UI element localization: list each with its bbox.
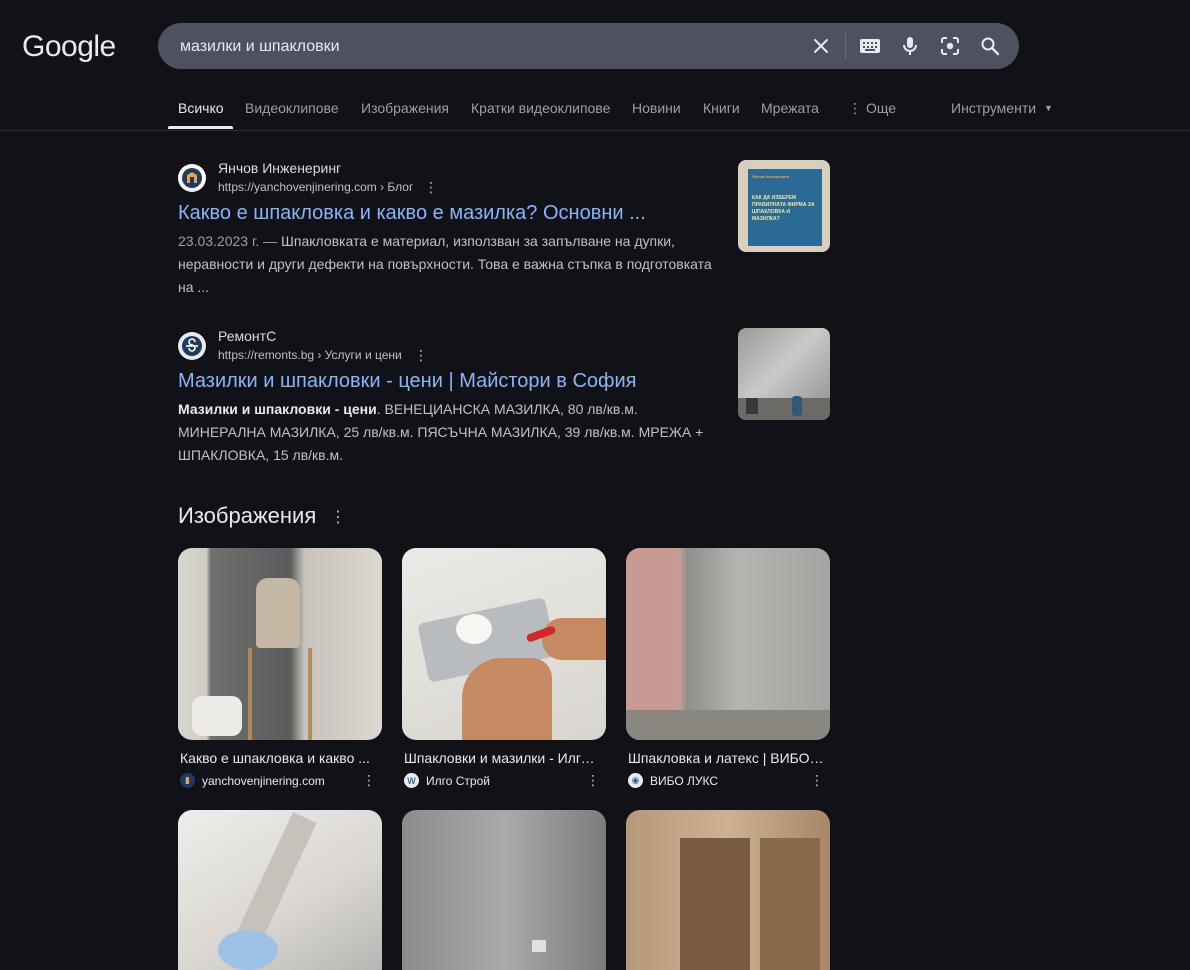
hand [542, 618, 606, 660]
tab-short-videos[interactable]: Кратки видеоклипове [471, 100, 610, 116]
tab-videos[interactable]: Видеоклипове [245, 100, 339, 116]
tab-all[interactable]: Всичко [178, 100, 224, 116]
search-result: РемонтС https://remonts.bg › Услуги и це… [178, 326, 718, 466]
image-caption[interactable]: Шпакловки и мазилки - Илго ... [402, 750, 600, 766]
image-source: W Илго Строй ⋮ [402, 772, 606, 790]
more-options-icon[interactable]: ⋮ [810, 772, 824, 789]
tab-more[interactable]: ⋮ Още [848, 100, 896, 117]
image-card[interactable]: Шпакловки и мазилки - Илго ... W Илго Ст… [402, 548, 606, 790]
thumbnail-poster: Янчов Инженеринг КАК ДА ИЗБЕРЕМ ПРАВИЛНА… [748, 169, 822, 246]
wordpress-icon: W [404, 773, 419, 788]
result-title-link[interactable]: Мазилки и шпакловки - цени | Майстори в … [178, 370, 637, 393]
thumb-line: МАЗИЛКА? [752, 216, 780, 222]
glove [218, 930, 278, 970]
thumb-object [746, 398, 758, 414]
snippet-bold: Мазилки и шпакловки - цени [178, 401, 377, 417]
thumb-line: ПРАВИЛНАТА ФИРМА ЗА [752, 202, 815, 208]
search-result: Янчов Инженеринг https://yanchovenjineri… [178, 158, 718, 298]
result-snippet: 23.03.2023 г. — Шпакловката е материал, … [178, 230, 718, 299]
image-thumbnail[interactable] [402, 810, 606, 970]
image-card[interactable]: Какво е шпакловка и какво ... ▮ yanchove… [178, 548, 382, 790]
thumb-object [792, 396, 802, 416]
microphone-icon[interactable] [898, 34, 922, 58]
image-card[interactable]: Шпакловка и латекс | ВИБО ... ◉ ВИБО ЛУК… [626, 548, 830, 790]
lens-camera-icon[interactable] [938, 34, 962, 58]
site-name[interactable]: РемонтС [218, 328, 276, 344]
more-options-icon[interactable]: ⋮ [330, 507, 346, 527]
tab-web[interactable]: Мрежата [761, 100, 819, 116]
outlet [532, 940, 546, 952]
keyboard-icon[interactable] [858, 34, 882, 58]
result-title-link[interactable]: Какво е шпакловка и какво е мазилка? Осн… [178, 202, 646, 225]
image-source: ◉ ВИБО ЛУКС ⋮ [626, 772, 830, 790]
images-section-heading: Изображения [178, 503, 317, 528]
more-vert-icon: ⋮ [848, 100, 862, 116]
thumb-line: ШПАКЛОВКА И [752, 209, 790, 215]
google-logo[interactable]: Google [22, 30, 116, 64]
search-input[interactable] [178, 23, 782, 71]
more-options-icon[interactable]: ⋮ [424, 179, 438, 196]
site-favicon-icon[interactable] [178, 332, 206, 360]
search-bar [158, 23, 1019, 71]
result-snippet: Мазилки и шпакловки - цени. ВЕНЕЦИАНСКА … [178, 398, 718, 467]
image-thumbnail[interactable] [178, 810, 382, 970]
worker-figure [192, 696, 242, 736]
result-thumbnail[interactable] [738, 328, 830, 420]
tab-more-label: Още [866, 100, 897, 116]
result-thumbnail[interactable]: Янчов Инженеринг КАК ДА ИЗБЕРЕМ ПРАВИЛНА… [738, 160, 830, 252]
clear-icon[interactable] [809, 34, 833, 58]
image-thumbnail[interactable] [626, 810, 830, 970]
tools-label: Инструменти [951, 100, 1037, 116]
site-url[interactable]: https://remonts.bg › Услуги и цени [218, 348, 402, 362]
more-options-icon[interactable]: ⋮ [414, 347, 428, 364]
site-favicon-icon[interactable] [178, 164, 206, 192]
image-caption[interactable]: Шпакловка и латекс | ВИБО ... [626, 750, 824, 766]
source-name[interactable]: yanchovenjinering.com [202, 774, 325, 788]
thumb-brand: Янчов Инженеринг [752, 174, 790, 179]
tab-images[interactable]: Изображения [361, 100, 449, 116]
source-favicon-icon: ▮ [180, 773, 195, 788]
floor [626, 710, 830, 740]
image-thumbnail[interactable] [626, 548, 830, 740]
doorway [680, 838, 750, 970]
source-name[interactable]: ВИБО ЛУКС [650, 774, 718, 788]
doorway [760, 838, 820, 970]
search-tabs: Всичко Видеоклипове Изображения Кратки в… [0, 88, 1190, 131]
search-divider [845, 33, 846, 59]
site-url[interactable]: https://yanchovenjinering.com › Блог [218, 180, 413, 194]
search-icon[interactable] [978, 34, 1002, 58]
image-thumbnail[interactable] [178, 548, 382, 740]
site-name[interactable]: Янчов Инженеринг [218, 160, 341, 176]
image-thumbnail[interactable] [402, 548, 606, 740]
tab-news[interactable]: Новини [632, 100, 681, 116]
more-options-icon[interactable]: ⋮ [586, 772, 600, 789]
plaster-blob [456, 614, 492, 644]
result-date: 23.03.2023 г. — [178, 233, 278, 249]
more-options-icon[interactable]: ⋮ [362, 772, 376, 789]
source-name[interactable]: Илго Строй [426, 774, 490, 788]
image-caption[interactable]: Какво е шпакловка и какво ... [178, 750, 376, 766]
worker-figure [256, 578, 300, 648]
source-favicon-icon: ◉ [628, 773, 643, 788]
dropdown-arrow-icon: ▼ [1043, 103, 1053, 113]
image-source: ▮ yanchovenjinering.com ⋮ [178, 772, 382, 790]
tab-books[interactable]: Книги [703, 100, 740, 116]
hand [462, 658, 552, 740]
thumb-line: КАК ДА ИЗБЕРЕМ [752, 195, 797, 201]
active-tab-indicator [168, 126, 233, 129]
tools-button[interactable]: Инструменти ▼ [951, 100, 1053, 116]
thumb-text: КАК ДА ИЗБЕРЕМ ПРАВИЛНАТА ФИРМА ЗА ШПАКЛ… [752, 195, 818, 223]
ladder [248, 648, 312, 740]
